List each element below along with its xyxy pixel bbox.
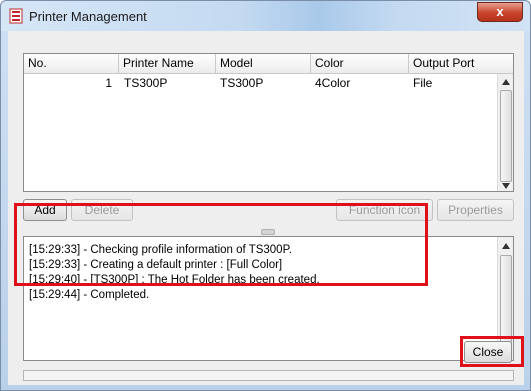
- column-header-model[interactable]: Model: [216, 54, 311, 74]
- printer-management-window: Printer Management x No. Printer Name Mo…: [0, 0, 531, 391]
- column-header-color[interactable]: Color: [311, 54, 409, 74]
- cell-printer-name: TS300P: [124, 76, 168, 90]
- properties-button[interactable]: Properties: [437, 199, 514, 221]
- column-header-printer-name[interactable]: Printer Name: [119, 54, 216, 74]
- log-highlight-box: [14, 203, 428, 286]
- log-line: [15:29:44] - Completed.: [29, 289, 150, 301]
- table-header: No. Printer Name Model Color Output Port: [24, 54, 513, 74]
- scroll-up-arrow-icon[interactable]: [502, 79, 510, 85]
- scrollbar-thumb[interactable]: [500, 90, 512, 182]
- cell-no: 1: [105, 76, 112, 90]
- scrollbar-thumb[interactable]: [500, 255, 512, 347]
- printer-management-icon: [9, 8, 23, 24]
- cell-color: 4Color: [315, 76, 351, 90]
- close-button-highlight-box: [460, 336, 524, 367]
- window-title: Printer Management: [29, 9, 147, 24]
- column-header-output-port[interactable]: Output Port: [409, 54, 497, 74]
- scroll-down-arrow-icon[interactable]: [502, 183, 510, 189]
- table-scrollbar[interactable]: [497, 74, 513, 191]
- title-bar[interactable]: Printer Management x: [1, 1, 530, 31]
- cell-model: TS300P: [220, 76, 264, 90]
- table-row[interactable]: 1 TS300P TS300P 4Color File: [24, 75, 497, 92]
- scroll-up-arrow-icon[interactable]: [502, 243, 510, 249]
- cell-output-port: File: [413, 76, 433, 90]
- status-bar: [23, 370, 514, 381]
- close-icon[interactable]: x: [477, 2, 523, 22]
- column-header-no[interactable]: No.: [24, 54, 119, 74]
- printer-table: No. Printer Name Model Color Output Port…: [23, 53, 514, 192]
